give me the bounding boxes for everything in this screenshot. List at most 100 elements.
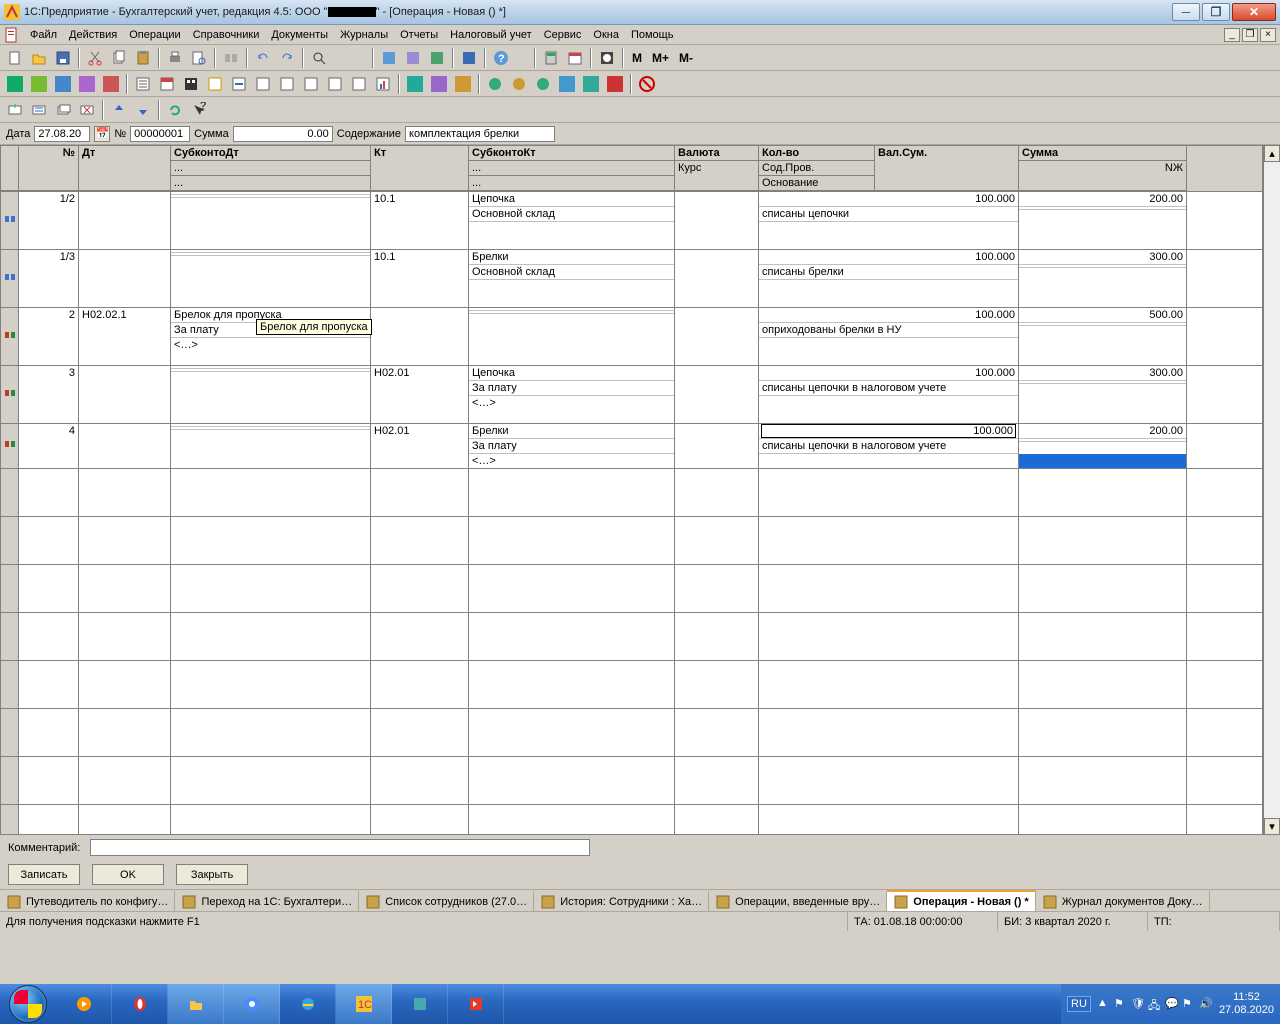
refresh-button[interactable] xyxy=(164,99,186,121)
cell-skt[interactable] xyxy=(469,308,675,365)
window-minimize-button[interactable]: ─ xyxy=(1172,3,1200,21)
history-button[interactable] xyxy=(596,47,618,69)
tb2-13[interactable] xyxy=(300,73,322,95)
col-dt[interactable]: Дт xyxy=(79,146,171,191)
tb2-3[interactable] xyxy=(52,73,74,95)
toggle1-button[interactable] xyxy=(220,47,242,69)
cell-qty[interactable]: 100.000списаны брелки xyxy=(759,250,1019,307)
stop-button[interactable] xyxy=(636,73,658,95)
cell-sum[interactable]: 300.00 xyxy=(1019,250,1187,307)
tb2-12[interactable] xyxy=(276,73,298,95)
cell-sum[interactable]: 200.00 xyxy=(1019,424,1187,468)
cell-no[interactable]: 1/2 xyxy=(19,192,79,249)
cell-sum[interactable]: 500.00 xyxy=(1019,308,1187,365)
taskbar-chrome-icon[interactable] xyxy=(224,984,280,1024)
tb2-18[interactable] xyxy=(428,73,450,95)
tb1-b[interactable] xyxy=(402,47,424,69)
col-no[interactable]: № xyxy=(19,146,79,191)
mdi-restore-button[interactable]: ❐ xyxy=(1242,28,1258,42)
taskbar-media-icon[interactable] xyxy=(56,984,112,1024)
taskbar-explorer-icon[interactable] xyxy=(168,984,224,1024)
cell-qty[interactable]: 100.000списаны цепочки в налоговом учете xyxy=(759,424,1019,468)
tray-balloon-icon[interactable]: 💬 xyxy=(1165,997,1179,1011)
menu-tax[interactable]: Налоговый учет xyxy=(444,27,538,43)
menu-file[interactable]: Файл xyxy=(24,27,63,43)
table-row-empty[interactable] xyxy=(1,757,1262,805)
cell-sdt[interactable] xyxy=(171,192,371,249)
mdi-tab[interactable]: Путеводитель по конфигу… xyxy=(0,890,175,911)
new-button[interactable] xyxy=(4,47,26,69)
tb2-7[interactable] xyxy=(156,73,178,95)
mdi-tab[interactable]: Переход на 1С: Бухгалтери… xyxy=(175,890,359,911)
cell-dt[interactable]: Н02.02.1 xyxy=(79,308,171,365)
cell-no[interactable]: 2 xyxy=(19,308,79,365)
row-copy-button[interactable] xyxy=(52,99,74,121)
preview-button[interactable] xyxy=(188,47,210,69)
menu-help[interactable]: Помощь xyxy=(625,27,680,43)
mdi-tab[interactable]: История: Сотрудники : Ха… xyxy=(534,890,709,911)
mdi-tab[interactable]: Операция - Новая () * xyxy=(887,890,1035,911)
mdi-close-button[interactable]: × xyxy=(1260,28,1276,42)
undo-button[interactable] xyxy=(252,47,274,69)
tb2-24[interactable] xyxy=(580,73,602,95)
taskbar-1c-icon[interactable]: 1C xyxy=(336,984,392,1024)
menu-actions[interactable]: Действия xyxy=(63,27,123,43)
taskbar-ie-icon[interactable] xyxy=(280,984,336,1024)
table-row[interactable]: 4Н02.01БрелкиЗа плату<…>100.000списаны ц… xyxy=(1,424,1262,469)
row-new-button[interactable] xyxy=(4,99,26,121)
tb2-22[interactable] xyxy=(532,73,554,95)
cell-sdt[interactable] xyxy=(171,250,371,307)
cell-val[interactable] xyxy=(675,366,759,423)
cell-skt[interactable]: БрелкиОсновной склад xyxy=(469,250,675,307)
cell-kt[interactable]: Н02.01 xyxy=(371,366,469,423)
col-sum[interactable]: Сумма NЖ xyxy=(1019,146,1187,191)
tray-vol-icon[interactable]: 🔊 xyxy=(1199,997,1213,1011)
mdi-minimize-button[interactable]: _ xyxy=(1224,28,1240,42)
lang-indicator[interactable]: RU xyxy=(1067,996,1091,1012)
cell-skt[interactable]: ЦепочкаЗа плату<…> xyxy=(469,366,675,423)
row-del-button[interactable] xyxy=(76,99,98,121)
menu-documents[interactable]: Документы xyxy=(265,27,334,43)
menu-directories[interactable]: Справочники xyxy=(187,27,266,43)
row-edit-button[interactable] xyxy=(28,99,50,121)
mdi-tab[interactable]: Операции, введенные вру… xyxy=(709,890,887,911)
redo-button[interactable] xyxy=(276,47,298,69)
calendar-button[interactable] xyxy=(564,47,586,69)
copy-button[interactable] xyxy=(108,47,130,69)
col-sdt[interactable]: СубконтоДт ... ... xyxy=(171,146,371,191)
tray-clock[interactable]: 11:5227.08.2020 xyxy=(1219,991,1274,1017)
close-button[interactable]: Закрыть xyxy=(176,864,248,885)
tray-flag-icon[interactable]: ⚑ xyxy=(1114,997,1128,1011)
cell-val[interactable] xyxy=(675,250,759,307)
table-row-empty[interactable] xyxy=(1,613,1262,661)
menu-journals[interactable]: Журналы xyxy=(334,27,394,43)
table-row-empty[interactable] xyxy=(1,709,1262,757)
taskbar-anydesk-icon[interactable] xyxy=(448,984,504,1024)
cut-button[interactable] xyxy=(84,47,106,69)
cell-no[interactable]: 4 xyxy=(19,424,79,468)
col-skt[interactable]: СубконтоКт ... ... xyxy=(469,146,675,191)
col-kt[interactable]: Кт xyxy=(371,146,469,191)
table-row-empty[interactable] xyxy=(1,565,1262,613)
vertical-scrollbar[interactable]: ▴ ▾ xyxy=(1263,145,1280,835)
desc-input[interactable] xyxy=(405,126,555,142)
tb2-11[interactable] xyxy=(252,73,274,95)
tb2-23[interactable] xyxy=(556,73,578,95)
mdi-tab[interactable]: Список сотрудников (27.0… xyxy=(359,890,534,911)
tb2-5[interactable] xyxy=(100,73,122,95)
grid[interactable]: № Дт СубконтоДт ... ... Кт СубконтоКт ..… xyxy=(0,145,1263,835)
cell-qty[interactable]: 100.000списаны цепочки xyxy=(759,192,1019,249)
tray-flag2-icon[interactable]: ⚑ xyxy=(1182,997,1196,1011)
tb2-16[interactable] xyxy=(372,73,394,95)
scroll-up-button[interactable]: ▴ xyxy=(1264,145,1280,162)
help-button[interactable]: ? xyxy=(490,47,512,69)
save-button[interactable] xyxy=(52,47,74,69)
cell-kt[interactable]: 10.1 xyxy=(371,250,469,307)
cell-no[interactable]: 3 xyxy=(19,366,79,423)
taskbar-app1-icon[interactable] xyxy=(392,984,448,1024)
cell-skt[interactable]: ЦепочкаОсновной склад xyxy=(469,192,675,249)
grid-body[interactable]: 1/2 10.1ЦепочкаОсновной склад 100.000списа… xyxy=(1,192,1262,835)
cell-no[interactable]: 1/3 xyxy=(19,250,79,307)
cell-dt[interactable] xyxy=(79,366,171,423)
tb1-d[interactable] xyxy=(458,47,480,69)
